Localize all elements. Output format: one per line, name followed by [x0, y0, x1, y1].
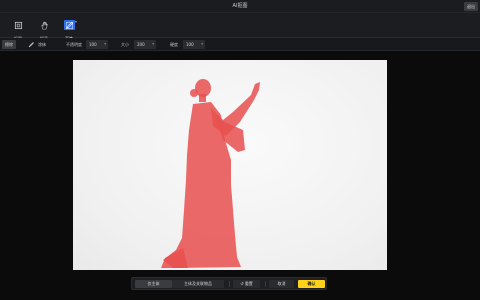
size-dropdown-icon: ▾ — [152, 42, 154, 46]
opacity-input[interactable]: 100 ▾ — [86, 40, 108, 49]
brush-options-bar: 擦除 涂抹 不透明度 100 ▾ 大小 200 ▾ 硬度 100 ▾ — [0, 38, 480, 51]
tool-hand[interactable]: 抓手 — [33, 15, 55, 41]
window-title: AI抠图 — [232, 3, 248, 9]
subject-only-button[interactable]: 仅主体 — [135, 280, 172, 288]
opacity-dropdown-icon: ▾ — [104, 42, 106, 46]
brush-options-chevron-icon[interactable]: ▾ — [75, 19, 77, 24]
crop-icon — [14, 21, 22, 30]
title-bar: AI抠图 退出 — [0, 0, 480, 13]
hardness-input[interactable]: 100 ▾ — [183, 40, 205, 49]
hardness-dropdown-icon: ▾ — [201, 42, 203, 46]
subject-and-items-button[interactable]: 主体及关联物品 — [172, 280, 224, 288]
reset-label: 重置 — [244, 281, 253, 286]
canvas-workspace[interactable] — [0, 51, 480, 300]
opacity-value: 100 — [89, 42, 97, 47]
hand-icon — [41, 21, 48, 30]
erase-mode-button[interactable]: 擦除 — [2, 40, 16, 49]
paint-mode-button[interactable]: 涂抹 — [38, 40, 46, 49]
photo-canvas[interactable] — [73, 60, 387, 270]
size-value: 200 — [137, 42, 145, 47]
reset-button[interactable]: ↺ 重置 — [233, 280, 260, 288]
hardness-value: 100 — [186, 42, 194, 47]
confirm-button[interactable]: 确认 — [298, 280, 325, 288]
paint-brush-icon — [28, 42, 34, 48]
subject-mask-overlay — [161, 79, 260, 268]
exit-button[interactable]: 退出 — [464, 2, 478, 11]
cancel-button[interactable]: 取消 — [269, 280, 294, 288]
cutout-action-bar: 仅主体 主体及关联物品 ↺ 重置 取消 确认 — [131, 277, 327, 290]
hardness-label: 硬度 — [170, 42, 178, 47]
tool-cutout[interactable]: 抠图 — [7, 15, 29, 41]
size-label: 大小 — [121, 42, 129, 47]
opacity-label: 不透明度 — [66, 42, 82, 47]
size-input[interactable]: 200 ▾ — [134, 40, 156, 49]
tool-bar: 抠图 抓手 画笔 ▾ — [0, 13, 480, 41]
brush-icon — [65, 21, 73, 29]
